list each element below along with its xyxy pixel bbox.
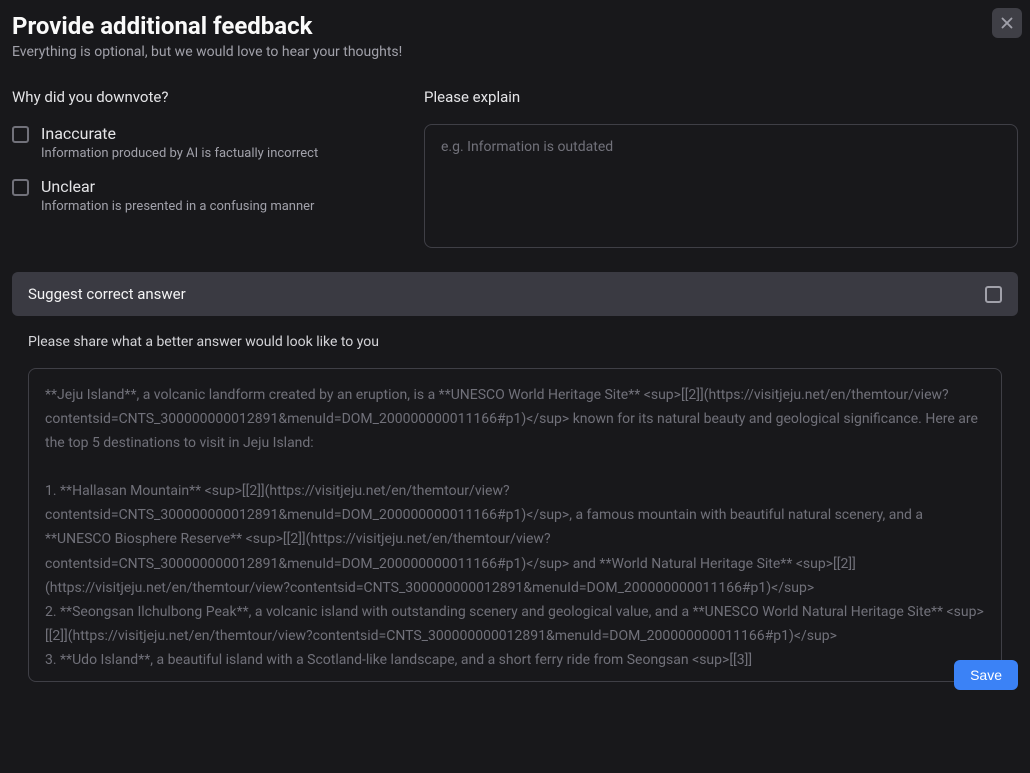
downvote-question: Why did you downvote? — [12, 88, 392, 106]
suggest-description: Please share what a better answer would … — [12, 334, 1018, 350]
footer: Save — [954, 660, 1018, 690]
suggest-header[interactable]: Suggest correct answer — [12, 272, 1018, 316]
answer-textarea[interactable] — [28, 368, 1002, 682]
modal-title: Provide additional feedback — [12, 12, 1018, 40]
downvote-section: Why did you downvote? Inaccurate Informa… — [12, 88, 392, 252]
feedback-row: Why did you downvote? Inaccurate Informa… — [12, 88, 1018, 252]
checkbox-unclear[interactable]: Unclear Information is presented in a co… — [12, 177, 392, 214]
checkbox-content: Inaccurate Information produced by AI is… — [41, 124, 318, 161]
checkbox-group: Inaccurate Information produced by AI is… — [12, 124, 392, 214]
checkbox-box-unclear[interactable] — [12, 179, 29, 196]
checkbox-label: Inaccurate — [41, 124, 318, 143]
checkbox-box-inaccurate[interactable] — [12, 126, 29, 143]
modal-subtitle: Everything is optional, but we would lov… — [12, 44, 1018, 60]
feedback-modal: Provide additional feedback Everything i… — [0, 0, 1030, 698]
expand-icon — [985, 286, 1002, 303]
explain-label: Please explain — [424, 88, 1018, 106]
close-icon — [998, 14, 1016, 32]
checkbox-content: Unclear Information is presented in a co… — [41, 177, 314, 214]
explain-section: Please explain — [424, 88, 1018, 252]
checkbox-desc: Information produced by AI is factually … — [41, 146, 318, 161]
checkbox-label: Unclear — [41, 177, 314, 196]
checkbox-inaccurate[interactable]: Inaccurate Information produced by AI is… — [12, 124, 392, 161]
close-button[interactable] — [992, 8, 1022, 38]
checkbox-desc: Information is presented in a confusing … — [41, 199, 314, 214]
suggest-title: Suggest correct answer — [28, 285, 186, 303]
explain-textarea[interactable] — [424, 124, 1018, 248]
save-button[interactable]: Save — [954, 660, 1018, 690]
